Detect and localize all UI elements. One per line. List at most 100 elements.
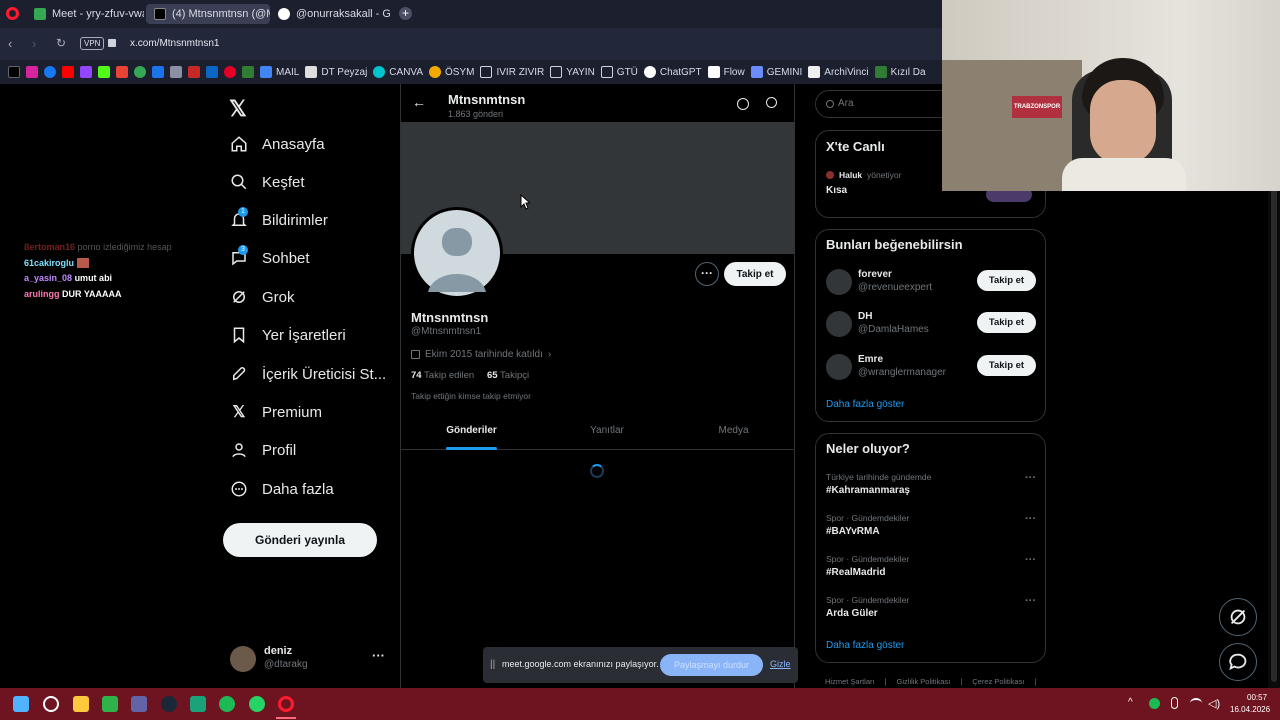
kick-bookmark-icon[interactable] [98, 66, 110, 78]
follow-button[interactable]: Takip et [724, 262, 786, 286]
steam-icon[interactable] [161, 696, 177, 712]
wifi-icon[interactable] [1190, 698, 1202, 708]
teams-icon[interactable] [131, 696, 147, 712]
trend-item[interactable]: Spor · Gündemdekiler #BAYvRMA ··· [826, 513, 1036, 537]
app-chat-icon[interactable] [190, 696, 206, 712]
x-logo-icon[interactable]: 𝕏 [229, 96, 247, 122]
url-field[interactable]: x.com/Mtnsnmtnsn1 [130, 38, 219, 49]
dollar-bookmark-icon[interactable] [152, 66, 164, 78]
follow-button[interactable]: Takip et [977, 355, 1036, 376]
sidebar-item-home[interactable]: Anasayfa [230, 129, 325, 159]
bookmark-flow[interactable]: Flow [707, 66, 745, 78]
sidebar-item-bookmarks[interactable]: Yer İşaretleri [230, 320, 346, 350]
suggestion-item[interactable]: forever @revenueexpert Takip et [826, 267, 1036, 301]
app-bookmark-icon[interactable] [242, 66, 254, 78]
trend-more-icon[interactable]: ··· [1025, 595, 1036, 607]
bookmark-dt-peyzaj[interactable]: DT Peyzaj [305, 66, 367, 78]
file-explorer-icon[interactable] [73, 696, 89, 712]
instagram-bookmark-icon[interactable] [26, 66, 38, 78]
follow-button[interactable]: Takip et [977, 312, 1036, 333]
bookmark-mail[interactable]: MAIL [260, 66, 299, 78]
linkedin-bookmark-icon[interactable] [206, 66, 218, 78]
trend-item[interactable]: Spor · Gündemdekiler Arda Güler ··· [826, 595, 1036, 619]
tab-media[interactable]: Medya [672, 413, 795, 450]
bookmark-chatgpt[interactable]: ChatGPT [643, 66, 702, 78]
tab-google[interactable]: @onurraksakall - Google [270, 4, 390, 24]
following-link[interactable]: 74 Takip edilen [411, 370, 474, 381]
sidebar-item-profile[interactable]: Profil [230, 435, 296, 465]
profile-avatar[interactable] [411, 207, 503, 299]
suggestion-item[interactable]: DH @DamlaHames Takip et [826, 309, 1036, 343]
stop-sharing-button[interactable]: Paylaşmayı durdur [660, 654, 763, 676]
hide-link[interactable]: Gizle [770, 659, 791, 669]
clock-time[interactable]: 00:57 [1247, 693, 1267, 702]
tab-x-profile[interactable]: (4) Mtnsnmtnsn (@Mtnsn [146, 4, 270, 24]
tray-chevron-icon[interactable]: ^ [1128, 697, 1133, 708]
drag-handle-icon[interactable]: || [490, 659, 495, 670]
grok-analyze-icon[interactable] [737, 98, 749, 110]
clock-date[interactable]: 16.04.2026 [1230, 705, 1270, 714]
search-icon[interactable] [766, 97, 777, 108]
microphone-icon[interactable] [1171, 697, 1178, 709]
gmail-bookmark-icon[interactable] [116, 66, 128, 78]
bookmark-osym[interactable]: ÖSYM [429, 66, 474, 78]
maps-bookmark-icon[interactable] [134, 66, 146, 78]
x-bookmark-icon[interactable] [8, 66, 20, 78]
pinterest-bookmark-icon[interactable] [224, 66, 236, 78]
whatsapp-icon[interactable] [249, 696, 265, 712]
follow-button[interactable]: Takip et [977, 270, 1036, 291]
footer-link[interactable]: Hizmet Şartları [825, 677, 875, 686]
grok-floating-button[interactable] [1219, 598, 1257, 636]
followers-link[interactable]: 65 Takipçi [487, 370, 529, 381]
sidebar-item-creator-studio[interactable]: İçerik Üreticisi St... [230, 359, 386, 389]
sidebar-item-grok[interactable]: Grok [230, 282, 295, 312]
new-tab-icon[interactable]: + [399, 7, 412, 20]
profile-more-button[interactable]: ··· [695, 262, 719, 286]
pin-bookmark-icon[interactable] [188, 66, 200, 78]
sidebar-item-notifications[interactable]: 1 Bildirimler [230, 205, 328, 235]
tab-posts[interactable]: Gönderiler [401, 413, 542, 450]
trend-more-icon[interactable]: ··· [1025, 472, 1036, 484]
spotify-icon[interactable] [219, 696, 235, 712]
bookmark-gemini[interactable]: GEMINI [750, 66, 802, 78]
footer-link[interactable]: Gizlilik Politikası [897, 677, 951, 686]
twitch-bookmark-icon[interactable] [80, 66, 92, 78]
account-more-icon[interactable]: ··· [372, 648, 385, 663]
bookmark-canva[interactable]: CANVA [373, 66, 423, 78]
opera-taskbar-icon[interactable] [278, 696, 294, 712]
windows-start-icon[interactable] [13, 696, 29, 712]
tab-replies[interactable]: Yanıtlar [542, 413, 672, 450]
opera-icon[interactable] [6, 7, 19, 20]
trend-item[interactable]: Türkiye tarihinde gündemde #Kahramanmara… [826, 472, 1036, 496]
trend-item[interactable]: Spor · Gündemdekiler #RealMadrid ··· [826, 554, 1036, 578]
volume-icon[interactable]: ◁) [1208, 697, 1220, 710]
back-arrow-icon[interactable]: ← [412, 94, 426, 110]
bookmark-kizil-da[interactable]: Kızıl Da [874, 66, 926, 78]
sidebar-item-chat[interactable]: 3 Sohbet [230, 243, 310, 273]
suggestion-item[interactable]: Emre @wranglermanager Takip et [826, 352, 1036, 386]
app-green-icon[interactable] [102, 696, 118, 712]
trend-more-icon[interactable]: ··· [1025, 554, 1036, 566]
account-switcher[interactable]: deniz @dtarakg ··· [230, 644, 390, 676]
sidebar-item-explore[interactable]: Keşfet [230, 167, 305, 197]
bookmark-gtu[interactable]: GTÜ [600, 66, 638, 78]
search-icon[interactable] [43, 696, 59, 712]
back-icon[interactable]: ‹ [8, 36, 12, 51]
show-more-link[interactable]: Daha fazla göster [826, 399, 904, 410]
post-button[interactable]: Gönderi yayınla [223, 523, 377, 557]
trend-more-icon[interactable]: ··· [1025, 513, 1036, 525]
bookmark-yayin[interactable]: YAYIN [550, 66, 595, 78]
vpn-badge[interactable]: VPN [80, 37, 105, 50]
tab-meet[interactable]: Meet - yry-zfuv-vwa [26, 4, 144, 24]
sidebar-item-more[interactable]: Daha fazla [230, 474, 334, 504]
bookmark-ivir-zivir[interactable]: IVIR ZIVIR [480, 66, 544, 78]
sidebar-item-premium[interactable]: 𝕏 Premium [230, 397, 322, 427]
link-bookmark-icon[interactable] [170, 66, 182, 78]
reload-icon[interactable]: ↻ [56, 36, 66, 50]
forward-icon[interactable]: › [32, 36, 36, 51]
bookmark-archivinci[interactable]: ArchiVinci [808, 66, 869, 78]
facebook-bookmark-icon[interactable] [44, 66, 56, 78]
show-more-link[interactable]: Daha fazla göster [826, 640, 904, 651]
footer-link[interactable]: Çerez Politikası [972, 677, 1024, 686]
messages-floating-button[interactable] [1219, 643, 1257, 681]
